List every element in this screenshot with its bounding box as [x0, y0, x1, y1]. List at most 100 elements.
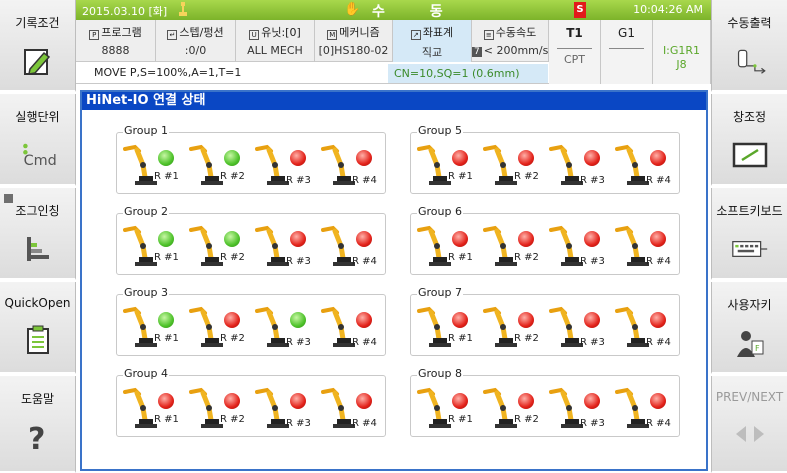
robot-status-item[interactable]: R #2 — [187, 224, 253, 268]
question-icon: ? — [20, 419, 56, 455]
robot-label: R #1 — [448, 171, 473, 182]
robot-status-item[interactable]: R #3 — [547, 386, 613, 430]
svg-text:?: ? — [28, 422, 45, 455]
robot-status-item[interactable]: R #4 — [319, 386, 385, 430]
datetime-text: 2015.03.10 [화] — [82, 5, 168, 18]
status-lamp-red — [356, 312, 372, 328]
robot-status-item[interactable]: R #3 — [547, 224, 613, 268]
robot-status-item[interactable]: R #1 — [415, 386, 481, 430]
status-lamp-green — [224, 150, 240, 166]
robot-status-item[interactable]: R #4 — [613, 386, 679, 430]
robot-status-item[interactable]: R #3 — [547, 305, 613, 349]
unit-cell[interactable]: U 유닛:[0] ALL MECH — [236, 20, 315, 62]
robot-status-item[interactable]: R #4 — [613, 305, 679, 349]
mechanism-cell[interactable]: M 메커니즘 [0]HS180-02 — [315, 20, 393, 62]
robot-status-item[interactable]: R #3 — [253, 305, 319, 349]
menu-label: 조그인칭 — [15, 204, 60, 218]
menu-label: QuickOpen — [4, 296, 71, 310]
mode-text: 수 동 — [372, 4, 463, 20]
step-value: :0/0 — [184, 44, 207, 57]
robot-label: R #4 — [646, 418, 671, 429]
tool-ig1r1[interactable]: I:G1R1 J8 — [653, 20, 711, 84]
unit-value: ALL MECH — [247, 44, 303, 57]
time-text: 10:04:26 AM — [633, 3, 703, 16]
speed-icon: ≡ — [483, 30, 494, 40]
robot-status-item[interactable]: R #2 — [187, 143, 253, 187]
prev-next-button[interactable]: PREV/NEXT — [711, 376, 787, 473]
robot-status-item[interactable]: R #4 — [319, 305, 385, 349]
execution-unit-button[interactable]: 실행단위 Cmd — [0, 94, 76, 186]
robot-status-item[interactable]: R #4 — [613, 224, 679, 268]
status-lamp-red — [584, 312, 600, 328]
group-name: Group 8 — [417, 367, 463, 380]
current-command[interactable]: MOVE P,S=100%,A=1,T=1 — [94, 66, 241, 79]
robot-status-item[interactable]: R #2 — [481, 386, 547, 430]
group-name: Group 5 — [417, 124, 463, 137]
robot-label: R #2 — [220, 333, 245, 344]
robot-label: R #3 — [286, 175, 311, 186]
robot-status-item[interactable]: R #2 — [481, 305, 547, 349]
panel-title: HiNet-IO 연결 상태 — [82, 92, 706, 110]
active-marker — [4, 194, 13, 203]
robot-status-item[interactable]: R #3 — [253, 386, 319, 430]
cmd-icon: Cmd — [20, 137, 56, 173]
robot-status-item[interactable]: R #2 — [187, 305, 253, 349]
robot-status-item[interactable]: R #2 — [187, 386, 253, 430]
robot-status-item[interactable]: R #2 — [481, 143, 547, 187]
menu-label: PREV/NEXT — [715, 390, 784, 404]
hand-output-icon — [732, 43, 768, 79]
status-lamp-red — [356, 393, 372, 409]
robot-status-item[interactable]: R #1 — [415, 305, 481, 349]
robot-status-item[interactable]: R #1 — [121, 143, 187, 187]
robot-label: R #4 — [352, 175, 377, 186]
help-button[interactable]: 도움말 ? — [0, 376, 76, 473]
robot-group: Group 7 R #1 R #2 R #3 R #4 — [410, 286, 680, 356]
robot-label: R #4 — [646, 256, 671, 267]
robot-label: R #1 — [154, 171, 179, 182]
step-cell[interactable]: ↵ 스텝/펑션 :0/0 — [156, 20, 236, 62]
robot-status-item[interactable]: R #3 — [253, 224, 319, 268]
robot-status-item[interactable]: R #2 — [481, 224, 547, 268]
robot-label: R #3 — [580, 256, 605, 267]
jog-inching-button[interactable]: 조그인칭 — [0, 188, 76, 280]
speed-cell[interactable]: ≡ 수동속도 7 < 200mm/s — [472, 20, 549, 62]
quickopen-button[interactable]: QuickOpen — [0, 282, 76, 374]
robot-status-item[interactable]: R #4 — [319, 224, 385, 268]
tool-g1[interactable]: G1 — [601, 20, 653, 84]
status-lamp-red — [518, 312, 534, 328]
coordinate-cell[interactable]: ↗ 좌표계 직교 — [393, 20, 472, 62]
robot-label: R #4 — [352, 418, 377, 429]
robot-status-item[interactable]: R #3 — [253, 143, 319, 187]
soft-keyboard-button[interactable]: 소프트키보드 — [711, 188, 787, 280]
robot-label: R #1 — [448, 252, 473, 263]
robot-label: R #1 — [154, 252, 179, 263]
status-lamp-red — [290, 231, 306, 247]
robot-status-item[interactable]: R #3 — [547, 143, 613, 187]
mechanism-value: [0]HS180-02 — [318, 44, 389, 57]
status-lamp-green — [158, 150, 174, 166]
robot-status-item[interactable]: R #1 — [121, 305, 187, 349]
robot-status-item[interactable]: R #4 — [613, 143, 679, 187]
program-cell[interactable]: P 프로그램 8888 — [76, 20, 156, 62]
robot-label: R #4 — [646, 175, 671, 186]
robot-label: R #2 — [514, 414, 539, 425]
robot-status-item[interactable]: R #1 — [415, 224, 481, 268]
status-lamp-red — [158, 393, 174, 409]
tool-t1[interactable]: T1 CPT — [549, 20, 601, 84]
robot-status-item[interactable]: R #1 — [121, 224, 187, 268]
robot-label: R #2 — [514, 171, 539, 182]
robot-label: R #3 — [286, 418, 311, 429]
status-lamp-red — [650, 312, 666, 328]
robot-status-item[interactable]: R #1 — [121, 386, 187, 430]
robot-label: R #1 — [154, 333, 179, 344]
speed-value: < 200mm/s — [483, 44, 549, 57]
manual-output-button[interactable]: 수동출력 — [711, 0, 787, 92]
record-condition-button[interactable]: 기록조건 — [0, 0, 76, 92]
robot-group: Group 8 R #1 R #2 R #3 R #4 — [410, 367, 680, 437]
window-adjust-button[interactable]: 창조정 — [711, 94, 787, 186]
status-lamp-red — [224, 393, 240, 409]
user-key-button[interactable]: 사용자키 F — [711, 282, 787, 374]
robot-status-item[interactable]: R #1 — [415, 143, 481, 187]
status-lamp-red — [356, 231, 372, 247]
robot-status-item[interactable]: R #4 — [319, 143, 385, 187]
